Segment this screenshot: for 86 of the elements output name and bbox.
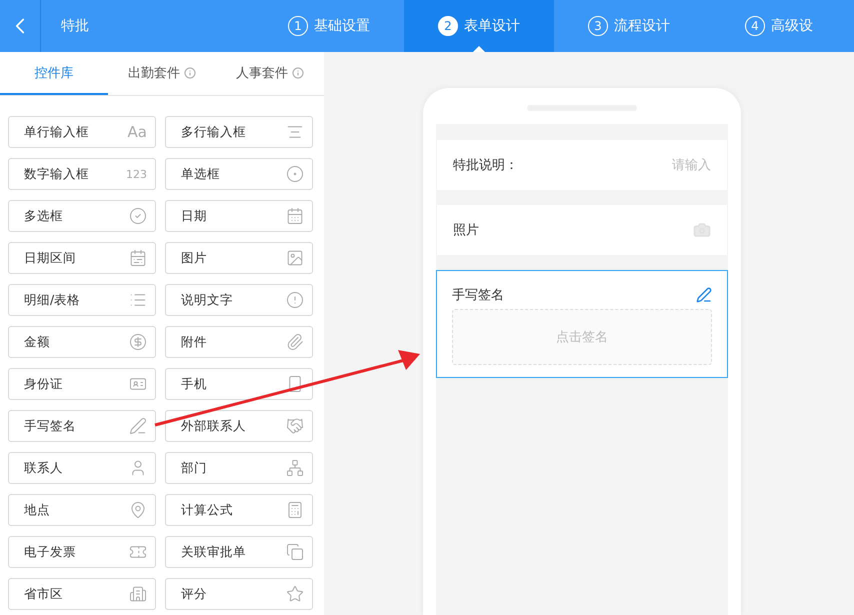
control-item[interactable]: 地点 [8,494,156,526]
control-label: 身份证 [24,376,63,392]
control-item[interactable]: 单选框 [165,158,313,190]
control-item[interactable]: 单行输入框 Aa [8,116,156,148]
step-number: 3 [588,16,608,36]
field-placeholder: 请输入 [672,157,711,174]
handshake-icon [286,417,304,435]
control-item[interactable]: 数字输入框 123 [8,158,156,190]
camera-icon [693,221,711,239]
control-item[interactable]: 身份证 [8,368,156,400]
control-item[interactable]: 图片 [165,242,313,274]
calculator-icon [286,501,304,519]
map-pin-icon [129,501,147,519]
calendar-icon [129,249,147,267]
copy-icon [286,543,304,561]
control-label: 单选框 [181,166,220,182]
org-chart-icon [286,459,304,477]
step-number: 2 [438,16,458,36]
control-label: 多选框 [24,208,63,224]
control-label: 关联审批单 [181,544,246,560]
page-title: 特批 [60,17,90,36]
control-label: 金额 [24,334,50,350]
control-label: 多行输入框 [181,124,246,140]
control-item[interactable]: 部门 [165,452,313,484]
control-item[interactable]: 金额 [8,326,156,358]
building-icon [129,585,147,603]
form-field[interactable]: 特批说明： 请输入 [437,140,727,190]
step-label: 流程设计 [614,17,670,35]
control-item[interactable]: 评分 [165,578,313,610]
form-field[interactable]: 照片 [437,205,727,255]
control-label: 手写签名 [24,418,76,434]
control-item[interactable]: 电子发票 [8,536,156,568]
image-icon [286,249,304,267]
glyph-icon: 123 [126,168,147,180]
paperclip-icon [286,333,304,351]
step-label: 高级设 [771,17,813,35]
control-label: 附件 [181,334,207,350]
check-circle-icon [129,207,147,225]
pen-icon [696,287,712,303]
step-number: 4 [745,16,765,36]
step-label: 表单设计 [464,17,520,35]
control-item[interactable]: 多选框 [8,200,156,232]
control-item[interactable]: 附件 [165,326,313,358]
control-item[interactable]: 计算公式 [165,494,313,526]
control-label: 手机 [181,376,207,392]
control-label: 说明文字 [181,292,233,308]
control-item[interactable]: 日期区间 [8,242,156,274]
control-label: 外部联系人 [181,418,246,434]
pen-icon [129,417,147,435]
step-number: 1 [288,16,308,36]
control-label: 日期 [181,208,207,224]
control-item[interactable]: 明细/表格 [8,284,156,316]
control-label: 电子发票 [24,544,76,560]
field-label: 特批说明： [453,157,518,174]
control-label: 图片 [181,250,207,266]
form-field[interactable]: 手写签名 点击签名 [436,270,728,378]
control-item[interactable]: 关联审批单 [165,536,313,568]
control-label: 部门 [181,460,207,476]
control-item[interactable]: 外部联系人 [165,410,313,442]
control-item[interactable]: 说明文字 [165,284,313,316]
library-tab[interactable]: 出勤套件 [108,52,216,95]
radio-icon [286,165,304,183]
control-label: 日期区间 [24,250,76,266]
control-label: 地点 [24,502,50,518]
control-label: 明细/表格 [24,292,80,308]
control-item[interactable]: 省市区 [8,578,156,610]
control-item[interactable]: 手写签名 [8,410,156,442]
step-tab[interactable]: 2 表单设计 [404,0,554,52]
library-tab[interactable]: 控件库 [0,52,108,95]
control-item[interactable]: 手机 [165,368,313,400]
control-label: 数字输入框 [24,166,89,182]
control-label: 计算公式 [181,502,233,518]
step-label: 基础设置 [314,17,370,35]
field-label: 手写签名 [452,287,504,304]
control-item[interactable]: 多行输入框 [165,116,313,148]
control-item[interactable]: 联系人 [8,452,156,484]
control-label: 省市区 [24,586,63,602]
control-label: 联系人 [24,460,63,476]
control-label: 单行输入框 [24,124,89,140]
glyph-icon: Aa [128,123,147,141]
control-item[interactable]: 日期 [165,200,313,232]
calendar-icon [286,207,304,225]
star-icon [286,585,304,603]
control-label: 评分 [181,586,207,602]
library-tab[interactable]: 人事套件 [216,52,324,95]
field-label: 照片 [453,222,479,239]
